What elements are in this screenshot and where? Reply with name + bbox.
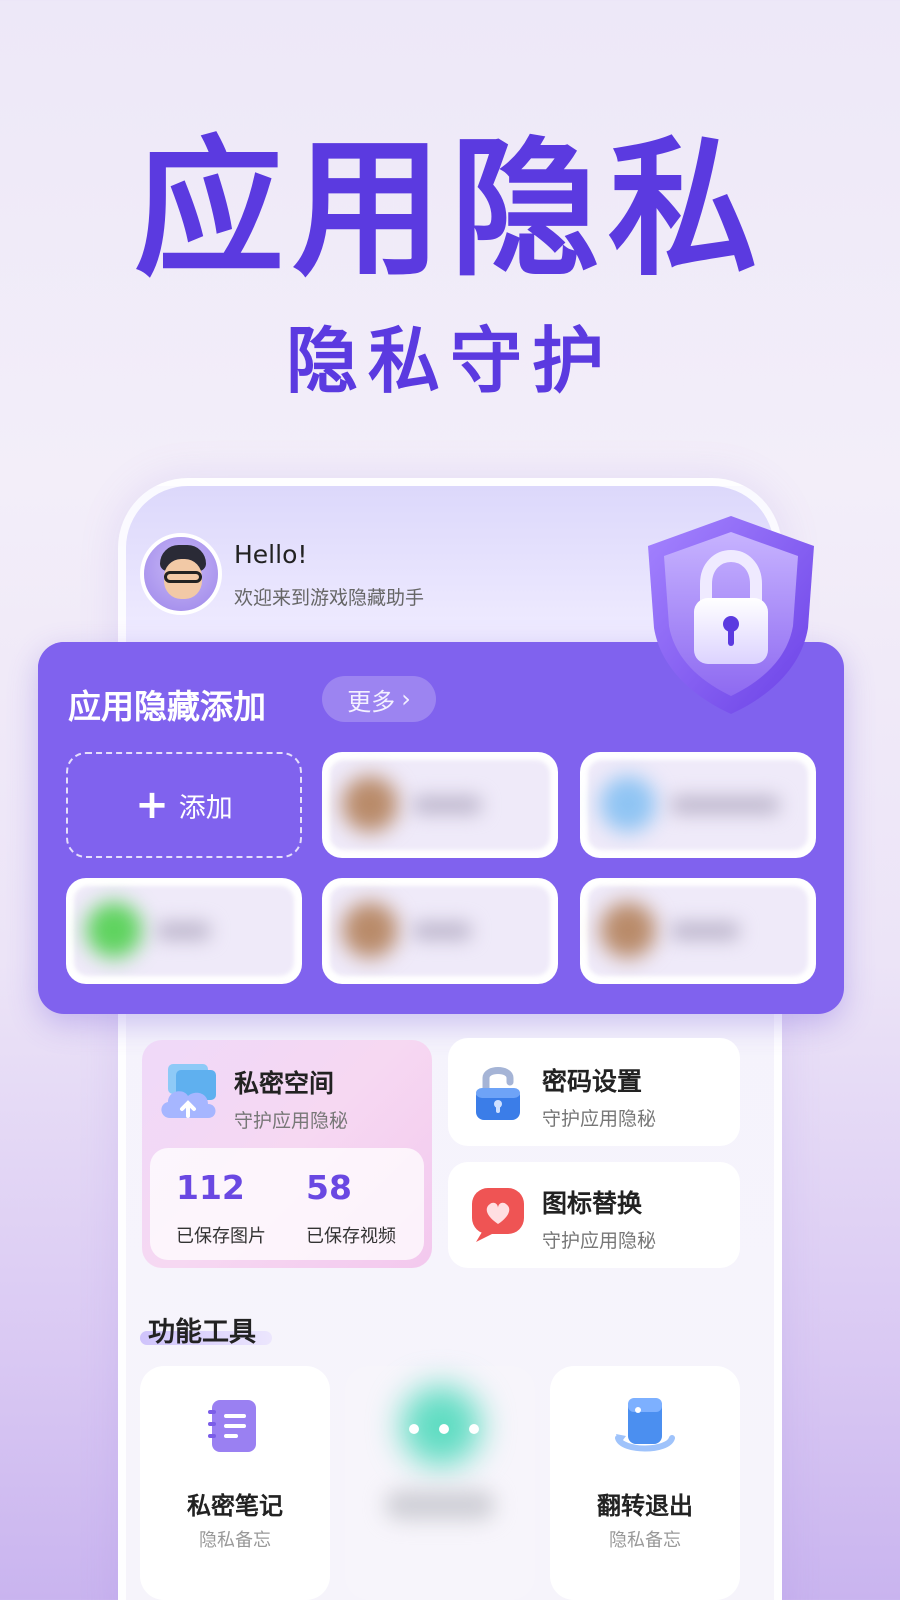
greeting-text: Hello! [234,540,308,569]
app-icon [600,902,656,958]
hidden-app-slot[interactable] [580,878,816,984]
phone-flip-icon [615,1398,675,1452]
tool-blurred[interactable] [345,1366,535,1600]
password-title: 密码设置 [542,1067,643,1096]
tool-name: 翻转退出 [597,1492,693,1520]
cloud-upload-icon [161,1064,216,1118]
tool-private-notes[interactable]: 私密笔记 隐私备忘 [140,1366,330,1600]
avatar[interactable] [140,533,222,615]
heart-icon [472,1188,524,1242]
hero-subtitle: 隐私守护 [285,319,614,403]
shield-lock-icon [648,516,814,714]
hidden-app-slot[interactable] [580,752,816,858]
tools-section-title: 功能工具 [148,1317,256,1348]
tool-subtitle: 隐私备忘 [199,1530,271,1551]
app-name-placeholder [156,922,211,940]
hidden-app-slot[interactable] [66,878,302,984]
app-name-placeholder [412,922,472,940]
app-icon [342,902,398,958]
app-name-placeholder [412,796,482,814]
hidden-app-slot[interactable] [322,878,558,984]
app-hide-title: 应用隐藏添加 [68,687,266,726]
plus-icon: + [135,782,169,828]
app-name-placeholder [670,922,740,940]
notebook-icon [208,1400,256,1452]
add-label: 添加 [178,792,233,824]
videos-count: 58 [306,1168,352,1207]
hero-title: 应用隐私 [133,123,766,297]
icon-replace-title: 图标替换 [542,1189,643,1218]
tool-name: 私密笔记 [187,1492,283,1520]
tool-flip-exit[interactable]: 翻转退出 隐私备忘 [550,1366,740,1600]
private-space-title: 私密空间 [234,1069,335,1098]
icon-replace-subtitle: 守护应用隐秘 [542,1230,657,1252]
hidden-app-slot[interactable] [322,752,558,858]
private-space-subtitle: 守护应用隐秘 [234,1110,349,1132]
tool-subtitle: 隐私备忘 [609,1530,681,1551]
videos-label: 已保存视频 [306,1226,396,1247]
app-icon [600,776,656,832]
more-button[interactable]: 更多 › [322,676,436,722]
blurred-tool-label [385,1490,495,1520]
more-label: 更多 [347,687,396,716]
add-app-button[interactable]: + 添加 [66,752,302,858]
photos-count: 112 [176,1168,245,1207]
app-name-placeholder [670,796,780,814]
welcome-text: 欢迎来到游戏隐藏助手 [234,587,425,609]
photos-label: 已保存图片 [176,1226,266,1247]
chevron-right-icon: › [401,685,411,713]
dots-icon [409,1424,479,1434]
app-icon [342,776,398,832]
padlock-icon [476,1067,520,1120]
app-icon [86,902,142,958]
password-subtitle: 守护应用隐秘 [542,1108,657,1130]
